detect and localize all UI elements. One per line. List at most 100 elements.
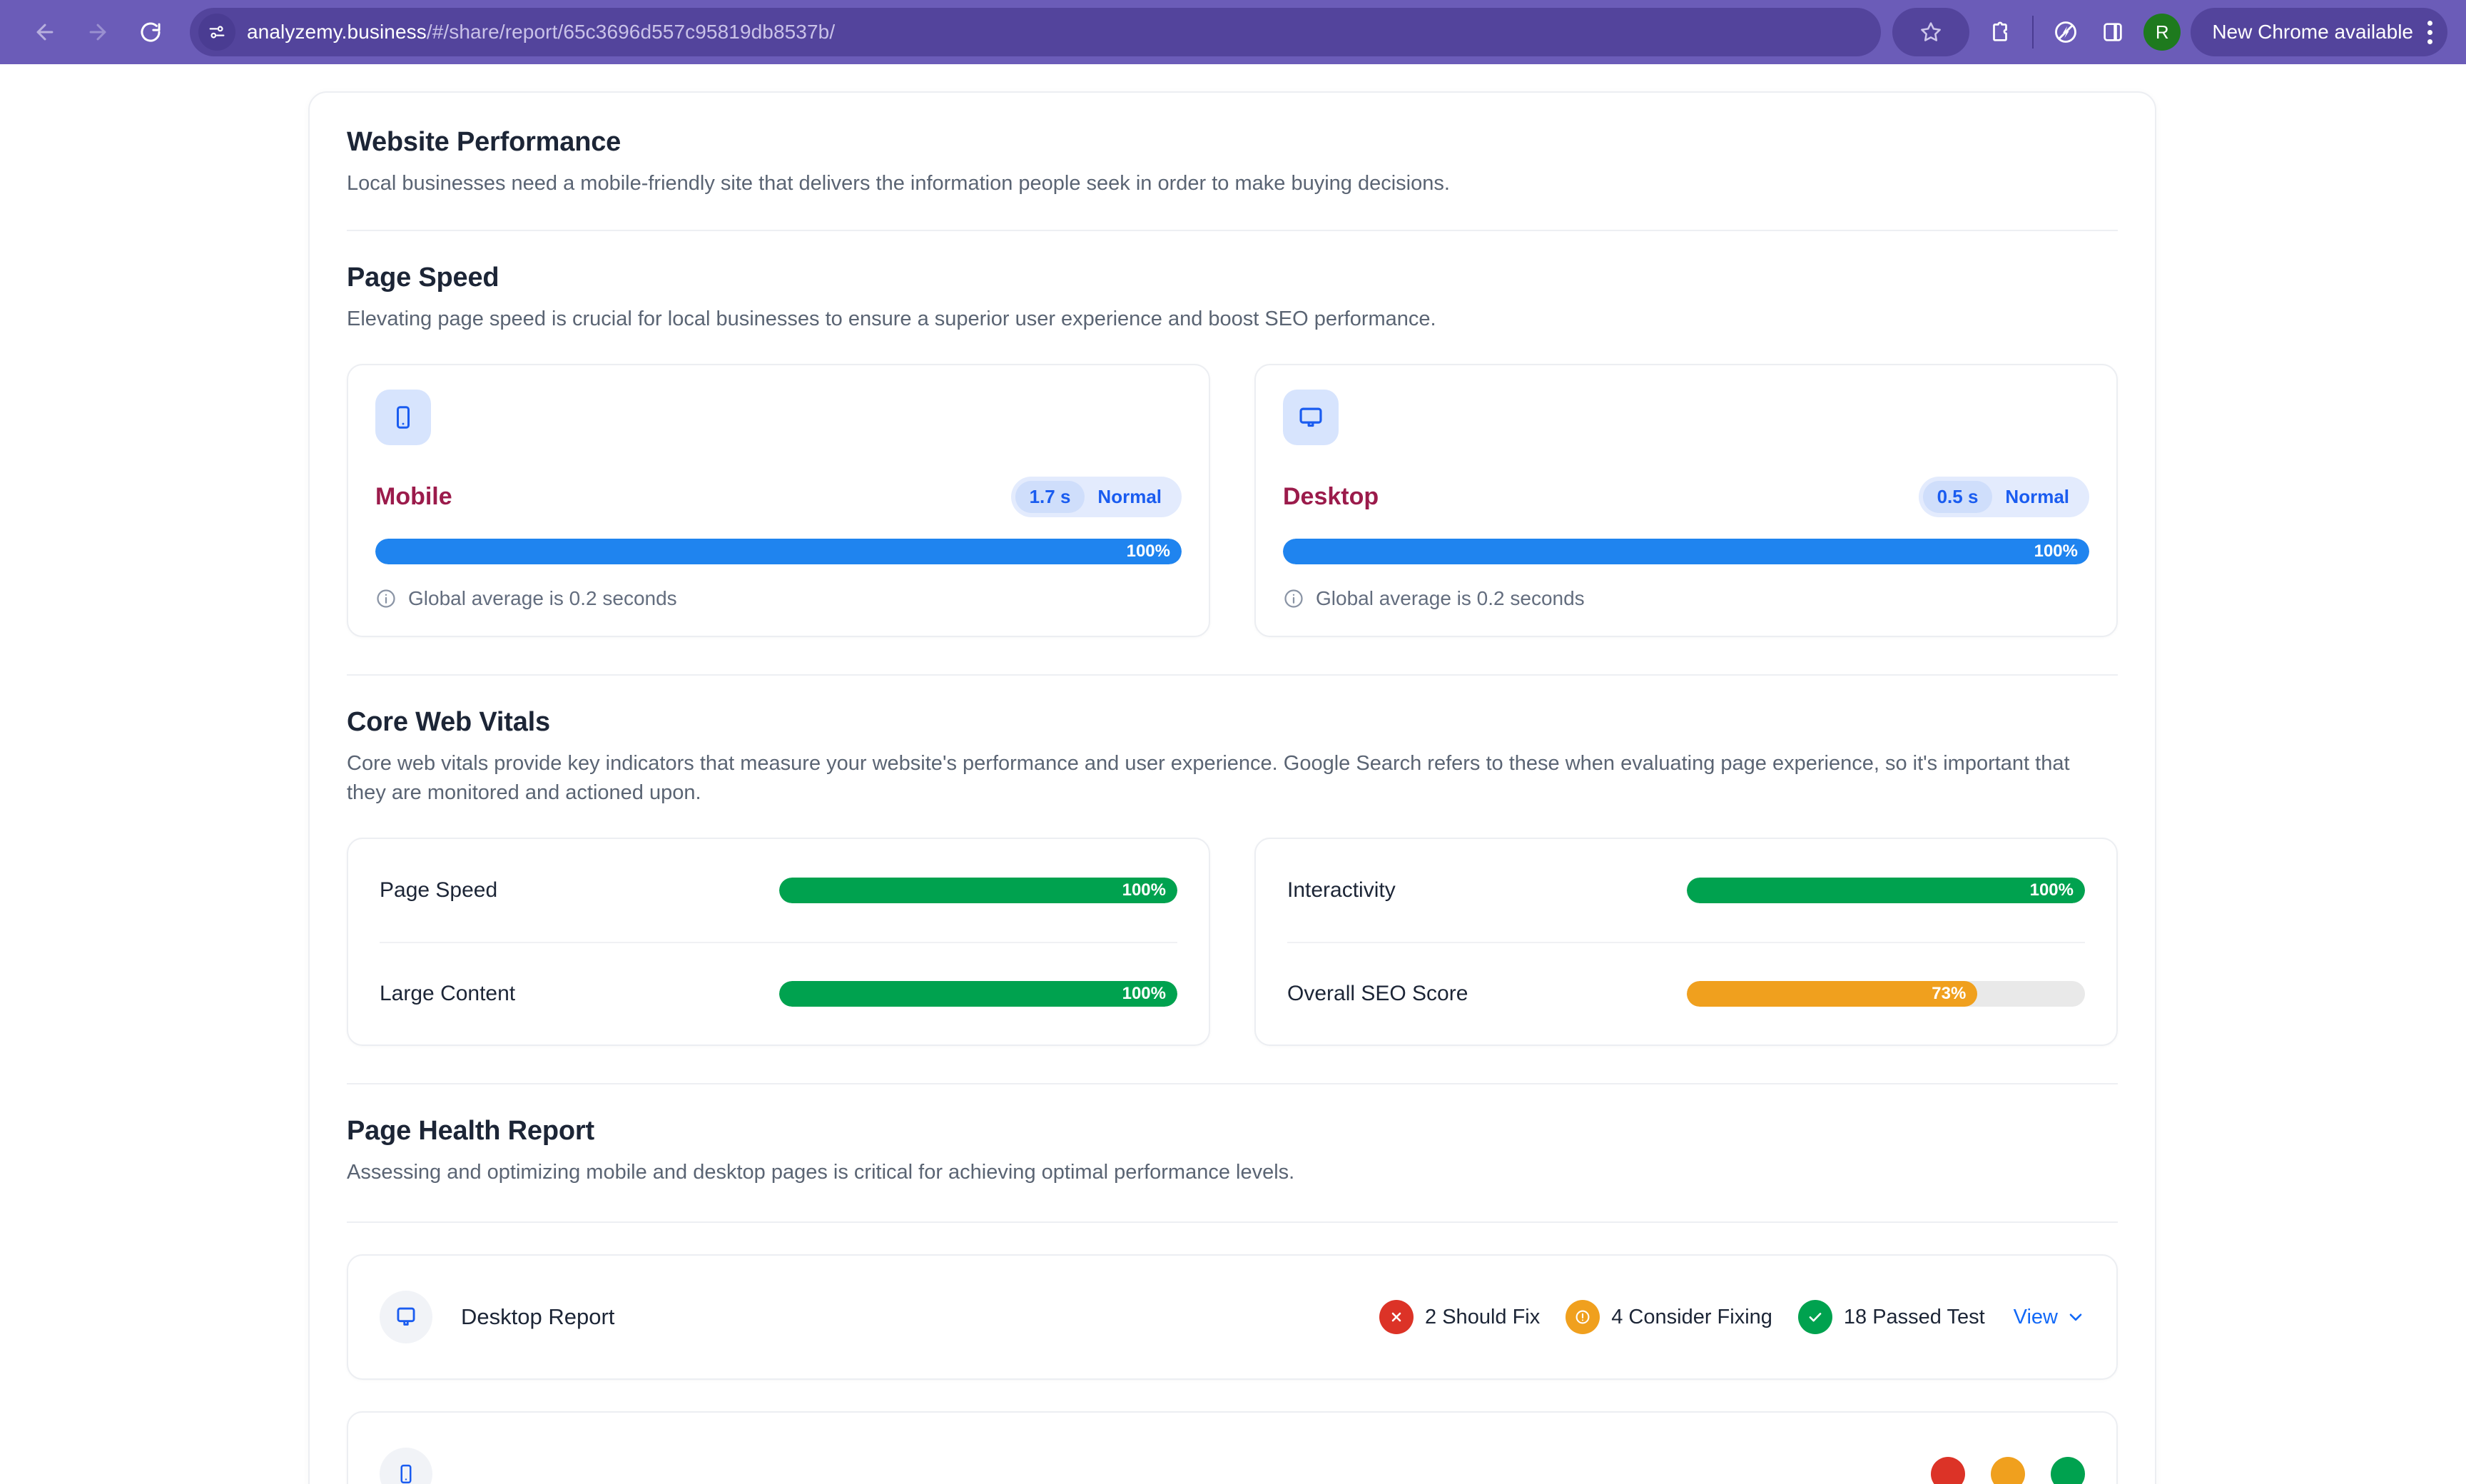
stat-consider-fixing: 4 Consider Fixing — [1566, 1300, 1772, 1334]
page-health-row-mobile[interactable] — [347, 1411, 2118, 1484]
desktop-speed-value: 0.5 s — [1922, 481, 1993, 513]
chrome-update-button[interactable]: New Chrome available — [2191, 8, 2447, 56]
url-path: /#/share/report/65c3696d557c95819db8537b… — [426, 21, 836, 43]
browser-toolbar: analyzemy.business/#/share/report/65c369… — [0, 0, 2466, 64]
metric-label-page-speed: Page Speed — [380, 878, 498, 902]
reload-button[interactable] — [124, 6, 177, 59]
metric-bar-large-content: 100% — [779, 981, 1177, 1007]
desktop-report-title: Desktop Report — [461, 1304, 615, 1329]
divider — [347, 1083, 2118, 1084]
address-bar[interactable]: analyzemy.business/#/share/report/65c369… — [190, 8, 1882, 56]
stat-should-fix: 2 Should Fix — [1379, 1300, 1540, 1334]
desktop-monitor-icon — [1299, 407, 1322, 427]
url-domain: analyzemy.business — [247, 21, 427, 43]
mobile-progress-label: 100% — [1126, 542, 1170, 561]
kebab-menu-icon[interactable] — [2425, 20, 2435, 44]
warning-exclamation-icon — [1991, 1457, 2025, 1484]
side-panel-icon — [2104, 23, 2122, 41]
divider — [347, 674, 2118, 676]
website-performance-section: Website Performance Local businesses nee… — [347, 127, 2118, 198]
core-web-vitals-card-right: Interactivity 100% Overall SEO Score 73% — [1254, 838, 2118, 1046]
should-fix-label: 2 Should Fix — [1425, 1305, 1541, 1328]
performance-leaf-icon — [2055, 21, 2077, 43]
url-text: analyzemy.business/#/share/report/65c369… — [247, 21, 835, 44]
performance-button[interactable] — [2042, 9, 2089, 56]
mobile-progress-fill: 100% — [375, 539, 1182, 564]
page-speed-card-mobile: Mobile 1.7 s Normal 100% Global average … — [347, 364, 1210, 637]
desktop-report-stats: 2 Should Fix 4 Consider Fixing 18 Passed… — [1354, 1300, 2085, 1334]
consider-fixing-label: 4 Consider Fixing — [1611, 1305, 1772, 1328]
desktop-note-text: Global average is 0.2 seconds — [1316, 587, 1585, 609]
desktop-progress-track: 100% — [1283, 539, 2089, 564]
site-settings-button[interactable] — [198, 14, 235, 51]
page-speed-subtitle: Elevating page speed is crucial for loca… — [347, 308, 1436, 330]
desktop-device-name: Desktop — [1283, 483, 1379, 510]
stat-consider-fixing — [1991, 1457, 2025, 1484]
bookmark-button[interactable] — [1892, 8, 1970, 56]
mobile-phone-icon — [400, 1464, 412, 1484]
metric-label-large-content: Large Content — [380, 982, 516, 1005]
mobile-icon-badge — [375, 390, 431, 445]
progress-track: 100% — [1687, 878, 2085, 903]
desktop-speed-badge: 0.5 s Normal — [1918, 477, 2089, 517]
page-title: Website Performance — [347, 127, 621, 157]
view-label: View — [2013, 1305, 2058, 1328]
progress-fill: 100% — [779, 981, 1177, 1007]
mobile-note-text: Global average is 0.2 seconds — [408, 587, 677, 609]
metric-row: Page Speed 100% — [380, 839, 1177, 942]
toolbar-divider — [2032, 16, 2034, 49]
page-health-subtitle: Assessing and optimizing mobile and desk… — [347, 1161, 1295, 1184]
metric-row: Overall SEO Score 73% — [1287, 942, 2085, 1045]
page-health-section: Page Health Report Assessing and optimiz… — [347, 1116, 2118, 1187]
page-speed-section: Page Speed Elevating page speed is cruci… — [347, 263, 2118, 637]
divider — [347, 230, 2118, 231]
extensions-icon — [1993, 21, 2008, 41]
progress-track: 73% — [1687, 981, 2085, 1007]
core-web-vitals-section: Core Web Vitals Core web vitals provide … — [347, 707, 2118, 1046]
stat-should-fix — [1931, 1457, 1965, 1484]
metric-label-overall-seo-score: Overall SEO Score — [1287, 982, 1468, 1005]
metric-row: Large Content 100% — [380, 942, 1177, 1045]
desktop-speed-state: Normal — [2005, 486, 2069, 507]
back-button[interactable] — [19, 6, 71, 59]
check-icon — [2051, 1457, 2085, 1484]
divider — [347, 1221, 2118, 1223]
desktop-card-header: Desktop 0.5 s Normal — [1283, 477, 2089, 517]
avatar[interactable]: R — [2143, 14, 2181, 51]
desktop-card-note: Global average is 0.2 seconds — [1283, 587, 2089, 610]
progress-fill: 100% — [779, 878, 1177, 903]
info-icon — [377, 589, 395, 608]
error-x-icon — [1931, 1457, 1965, 1484]
mobile-card-header: Mobile 1.7 s Normal — [375, 477, 1182, 517]
reload-icon — [141, 22, 161, 42]
forward-button[interactable] — [71, 6, 124, 59]
progress-label: 100% — [1122, 880, 1166, 900]
stat-passed-test: 18 Passed Test — [1797, 1300, 1985, 1334]
page-viewport: Website Performance Local businesses nee… — [0, 64, 2466, 1484]
report-panel: Website Performance Local businesses nee… — [308, 91, 2156, 1484]
stat-passed-test — [2051, 1457, 2085, 1484]
core-web-vitals-card-left: Page Speed 100% Large Content 100% — [347, 838, 1210, 1046]
page-speed-cards: Mobile 1.7 s Normal 100% Global average … — [347, 364, 2118, 637]
side-panel-button[interactable] — [2089, 9, 2136, 56]
mobile-device-name: Mobile — [375, 483, 452, 510]
forward-arrow-icon — [89, 24, 106, 41]
view-desktop-report-button[interactable]: View — [2014, 1306, 2085, 1329]
check-icon — [1797, 1300, 1832, 1334]
page-speed-card-desktop: Desktop 0.5 s Normal 100% Global average… — [1254, 364, 2118, 637]
metric-row: Interactivity 100% — [1287, 839, 2085, 942]
site-settings-icon — [209, 26, 225, 39]
core-web-vitals-cards: Page Speed 100% Large Content 100% Inter… — [347, 838, 2118, 1046]
core-web-vitals-title: Core Web Vitals — [347, 707, 550, 737]
page-health-row-desktop[interactable]: Desktop Report 2 Should Fix 4 Consider F… — [347, 1254, 2118, 1380]
warning-exclamation-icon — [1566, 1300, 1600, 1334]
metric-bar-overall-seo-score: 73% — [1687, 981, 2085, 1007]
core-web-vitals-subtitle: Core web vitals provide key indicators t… — [347, 752, 2070, 804]
desktop-progress-fill: 100% — [1283, 539, 2089, 564]
desktop-monitor-icon — [397, 1307, 415, 1326]
mobile-speed-badge: 1.7 s Normal — [1010, 477, 1182, 517]
extensions-button[interactable] — [1977, 9, 2024, 56]
mobile-report-icon-badge — [380, 1448, 432, 1484]
mobile-speed-state: Normal — [1097, 486, 1162, 507]
mobile-report-stats — [1905, 1457, 2085, 1484]
